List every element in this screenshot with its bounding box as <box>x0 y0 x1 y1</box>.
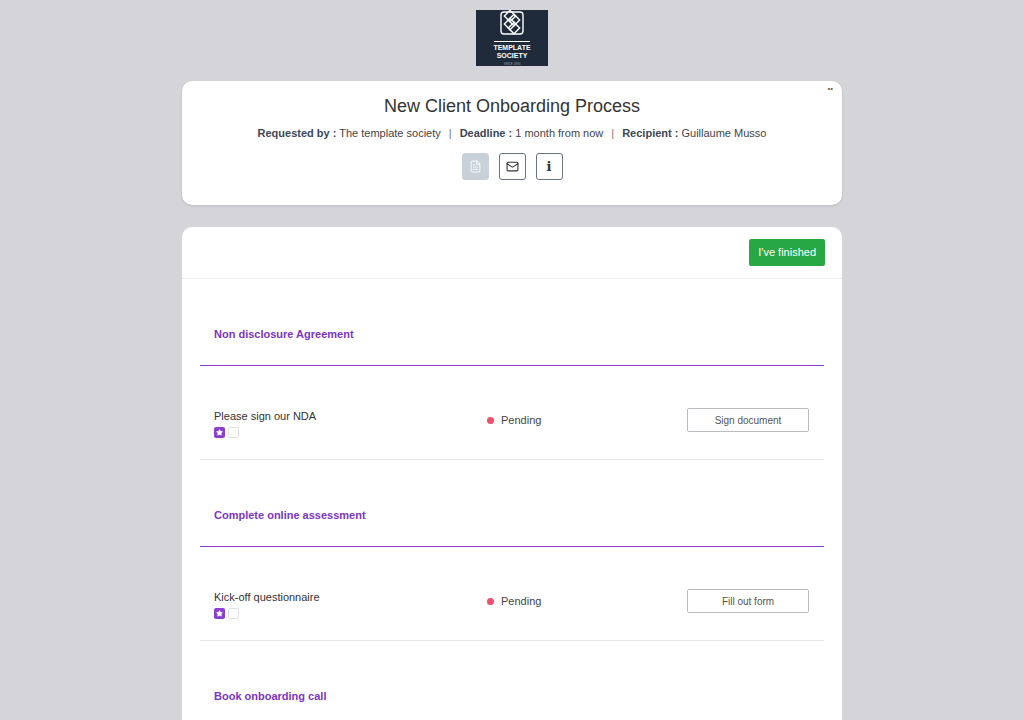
document-icon <box>469 160 482 173</box>
task-section: Complete online assessment Kick-off quest… <box>200 460 824 641</box>
task-row: Kick-off questionnaire Pending Fill out fo… <box>200 547 824 641</box>
section-header: Book onboarding call <box>200 641 824 720</box>
star-icon <box>216 610 223 617</box>
meta-separator: | <box>611 126 614 140</box>
header-menu[interactable]: •• <box>827 85 833 93</box>
mail-icon <box>506 160 519 173</box>
logo-knot-icon <box>499 10 525 36</box>
task-label: Kick-off questionnaire <box>214 590 487 604</box>
logo-tagline: SINCE 1990 <box>504 62 521 66</box>
meta-item: Deadline : 1 month from now <box>460 126 604 140</box>
tasks-toolbar: I've finished <box>182 227 842 279</box>
tasks-card: I've finished Non disclosure Agreement Ple… <box>182 227 842 720</box>
view-switcher: i <box>462 153 563 180</box>
finish-button[interactable]: I've finished <box>749 239 825 266</box>
page: TEMPLATESOCIETY SINCE 1990 •• New Client On… <box>0 0 1024 720</box>
task-info: Please sign our NDA <box>214 408 487 438</box>
attachment-badge <box>228 427 239 438</box>
task-status: Pending <box>487 413 687 427</box>
process-meta: Requested by : The template society | Dead… <box>258 126 767 140</box>
status-text: Pending <box>501 413 541 427</box>
task-action-button[interactable]: Sign document <box>687 408 809 432</box>
section-title: Non disclosure Agreement <box>214 328 354 340</box>
task-section: Non disclosure Agreement Please sign our … <box>200 279 824 460</box>
attachment-badge <box>228 608 239 619</box>
header-card: •• New Client Onboarding Process Requested… <box>182 81 842 205</box>
section-title: Book onboarding call <box>214 690 326 702</box>
logo-text: TEMPLATESOCIETY <box>493 44 530 60</box>
task-info: Kick-off questionnaire <box>214 589 487 619</box>
section-header: Non disclosure Agreement <box>200 279 824 366</box>
task-badges <box>214 427 487 438</box>
star-icon <box>216 429 223 436</box>
task-status: Pending <box>487 594 687 608</box>
task-row: Please sign our NDA Pending Sign document <box>200 366 824 460</box>
meta-item: Recipient : Guillaume Musso <box>622 126 766 140</box>
sections: Non disclosure Agreement Please sign our … <box>182 279 842 720</box>
info-view-button[interactable]: i <box>536 153 563 180</box>
task-badges <box>214 608 487 619</box>
meta-separator: | <box>449 126 452 140</box>
logo-rule <box>494 41 530 42</box>
logo: TEMPLATESOCIETY SINCE 1990 <box>476 10 548 66</box>
status-text: Pending <box>501 594 541 608</box>
starred-badge <box>214 608 225 619</box>
starred-badge <box>214 427 225 438</box>
process-title: New Client Onboarding Process <box>384 95 640 117</box>
status-dot <box>487 417 494 424</box>
task-section: Book onboarding call <box>200 641 824 720</box>
mail-view-button[interactable] <box>499 153 526 180</box>
section-header: Complete online assessment <box>200 460 824 547</box>
task-action-button[interactable]: Fill out form <box>687 589 809 613</box>
meta-item: Requested by : The template society <box>258 126 441 140</box>
section-title: Complete online assessment <box>214 509 366 521</box>
status-dot <box>487 598 494 605</box>
info-icon: i <box>547 160 552 173</box>
task-label: Please sign our NDA <box>214 409 487 423</box>
document-view-button[interactable] <box>462 153 489 180</box>
